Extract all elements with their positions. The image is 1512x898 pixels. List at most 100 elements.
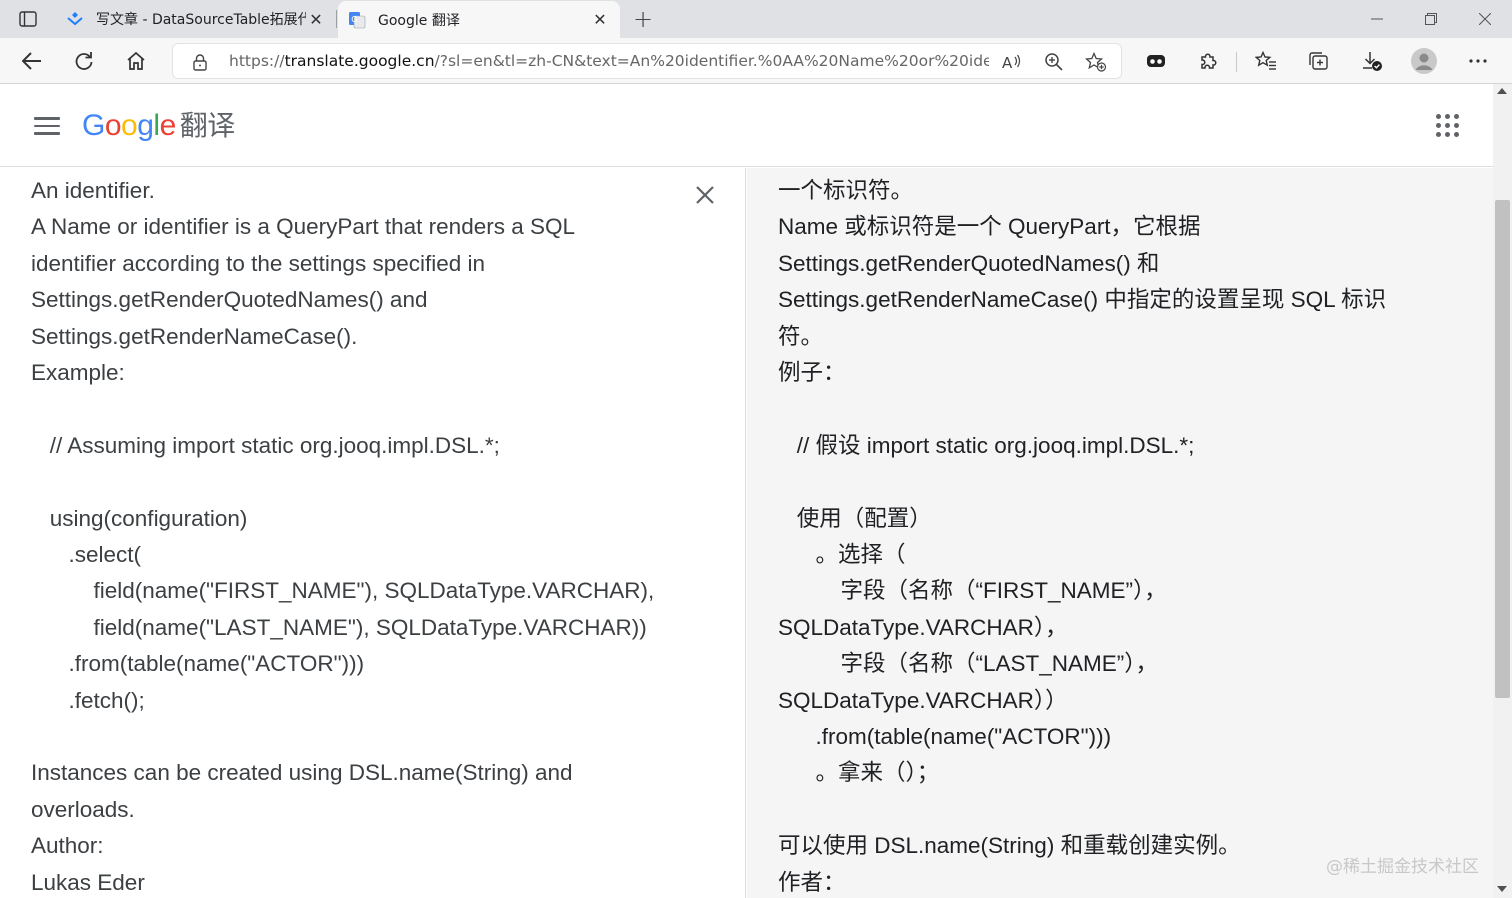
add-favorite-icon[interactable] [1083,49,1109,75]
source-line: .from(table(name("ACTOR"))) [31,651,365,677]
source-line: field(name("FIRST_NAME"), SQLDataType.VA… [31,578,655,604]
source-text-panel[interactable]: An identifier. A Name or identifier is a … [0,168,746,898]
source-line: using(configuration) [31,505,248,531]
more-menu-button[interactable] [1462,45,1494,77]
home-button[interactable] [120,45,152,77]
translation-line: 一个标识符。 [778,178,914,203]
favorites-button[interactable] [1250,45,1282,77]
downloads-button[interactable] [1356,45,1388,77]
translation-line: 字段（名称（“FIRST_NAME”）， [778,578,1167,604]
browser-toolbar: https://translate.google.cn/?sl=en&tl=zh… [0,38,1512,84]
logo-letter: G [82,109,105,142]
translation-line: SQLDataType.VARCHAR）， [778,614,1068,640]
translation-line: 。拿来（）； [778,760,940,786]
avatar [1411,48,1437,74]
more-icon [1469,59,1487,63]
home-icon [127,51,145,70]
profile-button[interactable] [1408,45,1440,77]
url-text[interactable]: https://translate.google.cn/?sl=en&tl=zh… [229,52,989,72]
translation-line: 例子： [778,360,846,385]
google-wordmark: Google [82,109,176,142]
read-aloud-icon[interactable]: A [999,49,1025,75]
tab-strip: 写文章 - DataSourceTable拓展代 ✕ G Google 翻译 ✕… [0,0,1512,38]
tab-actions-button[interactable] [8,6,48,32]
translation-line: Settings.getRenderQuotedNames() 和 [778,250,1160,276]
back-button[interactable] [16,45,48,77]
source-line: Instances can be created using DSL.name(… [31,760,573,786]
close-tab-icon[interactable]: ✕ [306,9,326,29]
page-scrollbar[interactable] [1493,84,1512,898]
logo-letter: o [104,109,122,142]
source-line: overloads. [31,796,135,822]
svg-text:G: G [351,15,357,24]
translation-line: 。选择（ [778,542,906,567]
tab-divider [336,10,337,28]
tab-title: Google 翻译 [378,12,460,29]
download-icon [1363,52,1382,71]
close-tab-icon[interactable]: ✕ [590,10,610,30]
close-window-button[interactable] [1458,0,1512,38]
scroll-down-arrow[interactable] [1497,886,1507,892]
juejin-icon [66,10,84,28]
back-arrow-icon [22,52,41,70]
source-line: Settings.getRenderNameCase(). [31,323,358,349]
translation-line: 使用（配置） [778,505,932,531]
translation-line: 作者： [778,869,846,895]
new-tab-button[interactable]: + [630,5,656,33]
url-scheme: https:// [229,52,285,70]
zoom-icon[interactable] [1041,49,1067,75]
translation-panel: 一个标识符。 Name 或标识符是一个 QueryPart，它根据 Settings… [747,168,1493,898]
logo-letter: o [121,109,138,142]
address-bar[interactable]: https://translate.google.cn/?sl=en&tl=zh… [172,43,1122,79]
translation-line: SQLDataType.VARCHAR）） [778,687,1068,713]
source-line: .select( [31,542,142,567]
tab-inactive[interactable]: 写文章 - DataSourceTable拓展代 ✕ [56,0,336,38]
collections-icon [1309,52,1328,70]
logo-letter: e [159,109,177,142]
url-path: /?sl=en&tl=zh-CN&text=An%20identifier.%0… [434,52,989,70]
tab-actions-icon [19,11,37,27]
favorites-icon [1255,51,1276,70]
url-host: translate.google.cn [284,52,435,70]
source-line: // Assuming import static org.jooq.impl.… [31,432,500,458]
source-line: Lukas Eder [31,869,145,895]
refresh-button[interactable] [68,45,100,77]
refresh-icon [75,52,93,70]
source-line: Settings.getRenderQuotedNames() and [31,287,428,313]
extensions-button[interactable] [1192,45,1224,77]
restore-icon [1425,13,1437,25]
scroll-thumb[interactable] [1495,200,1510,698]
page-header: Google 翻译 [0,84,1493,167]
google-apps-button[interactable] [1436,114,1460,138]
google-translate-icon: G [348,11,366,29]
scroll-up-arrow[interactable] [1497,88,1507,94]
close-icon [696,186,714,204]
tab-title: 写文章 - DataSourceTable拓展代 [96,12,306,28]
lock-icon[interactable] [191,53,209,71]
google-translate-logo[interactable]: Google 翻译 [82,104,235,144]
logo-letter: g [137,109,154,142]
translation-line: Settings.getRenderNameCase() 中指定的设置呈现 SQ… [778,287,1387,313]
puzzle-icon [1201,53,1217,69]
translation-line: // 假设 import static org.jooq.impl.DSL.*; [778,432,1195,458]
collections-button[interactable] [1302,45,1334,77]
menu-bar [34,117,60,120]
clear-source-button[interactable] [690,180,720,210]
minimize-icon [1371,18,1383,20]
extension-button[interactable] [1140,45,1172,77]
translation-line: 符。 [778,323,824,349]
main-menu-button[interactable] [34,117,60,135]
source-line: .fetch(); [31,687,145,713]
translation-line: Name 或标识符是一个 QueryPart，它根据 [778,214,1201,240]
svg-text:A: A [1002,54,1013,71]
source-line: An identifier. [31,178,155,203]
minimize-button[interactable] [1350,0,1404,38]
menu-bar [34,132,60,135]
source-line: field(name("LAST_NAME"), SQLDataType.VAR… [31,614,647,640]
watermark: @稀土掘金技术社区 [1326,857,1479,877]
translation-line: .from(table(name("ACTOR"))) [778,724,1112,749]
tab-active[interactable]: G Google 翻译 ✕ [338,1,620,38]
source-line: Example: [31,360,125,385]
product-name: 翻译 [179,109,236,142]
restore-button[interactable] [1404,0,1458,38]
